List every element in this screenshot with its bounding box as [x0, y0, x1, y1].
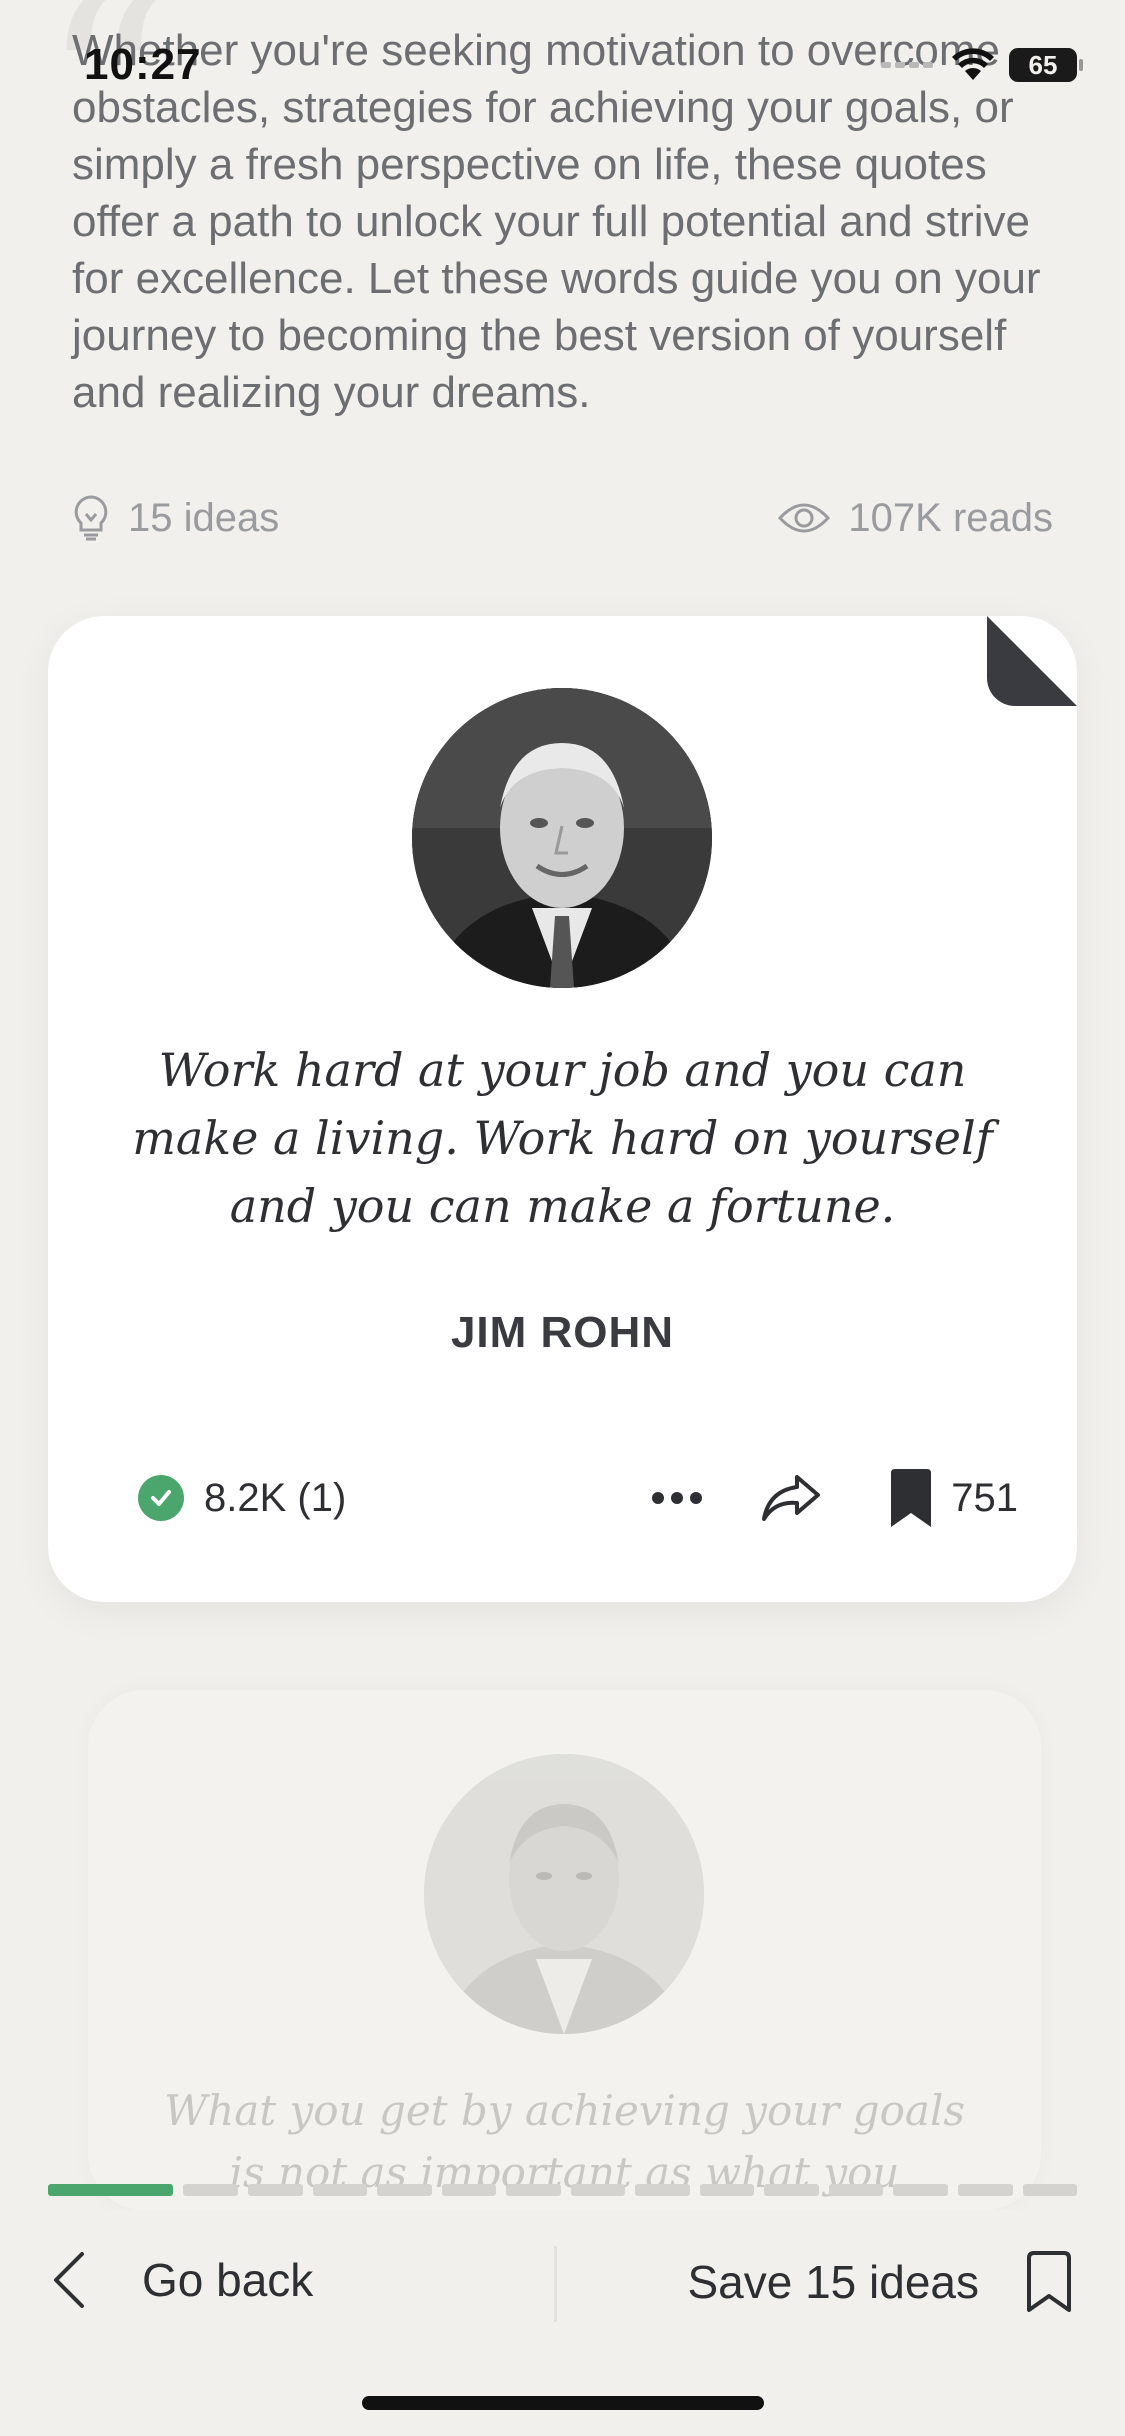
progress-segment	[506, 2184, 561, 2196]
home-indicator	[362, 2396, 764, 2410]
check-icon	[138, 1475, 184, 1521]
progress-segment	[764, 2184, 819, 2196]
progress-segment	[312, 2184, 368, 2196]
status-indicators: 65	[881, 48, 1083, 82]
ideas-count-label: 15 ideas	[128, 495, 280, 540]
lightbulb-icon	[74, 495, 108, 541]
status-time: 10:27	[84, 40, 202, 89]
save-ideas-label: Save 15 ideas	[687, 2256, 979, 2308]
card-actions: 8.2K (1) 751	[138, 1462, 1018, 1534]
progress-segment	[441, 2184, 497, 2196]
go-back-button[interactable]: Go back	[50, 2250, 313, 2310]
progress-segment	[377, 2184, 432, 2196]
eye-icon	[778, 503, 831, 533]
more-dots-icon	[652, 1492, 703, 1504]
share-button[interactable]	[761, 1473, 821, 1523]
progress-segment	[699, 2184, 755, 2196]
bookmark-outline-icon	[1027, 2251, 1071, 2312]
progress-segment	[1022, 2184, 1078, 2196]
page-fold-corner	[987, 616, 1077, 706]
chevron-left-icon	[54, 2252, 84, 2308]
progress-segment	[893, 2184, 948, 2196]
progress-indicator	[48, 2184, 1078, 2196]
divider	[554, 2246, 557, 2322]
more-options-button[interactable]	[651, 1491, 703, 1505]
progress-segment	[570, 2184, 626, 2196]
cellular-signal-icon	[881, 59, 937, 71]
bookmark-filled-icon	[891, 1469, 932, 1527]
save-ideas-button[interactable]: Save 15 ideas	[687, 2250, 1075, 2314]
progress-segment	[958, 2184, 1013, 2196]
next-author-portrait	[424, 1754, 704, 2034]
go-back-label: Go back	[142, 2254, 314, 2306]
progress-segment	[828, 2184, 884, 2196]
quote-text: Work hard at your job and you can make a…	[132, 1043, 993, 1233]
collection-meta: 15 ideas 107K reads	[72, 490, 1053, 546]
progress-segment	[247, 2184, 303, 2196]
next-quote-card[interactable]: What you get by achieving your goals is …	[88, 1690, 1041, 2210]
bookmark-count: 751	[951, 1475, 1018, 1520]
reads-count: 107K reads	[778, 496, 1053, 541]
progress-segment	[635, 2184, 690, 2196]
checks-count: 8.2K (1)	[204, 1475, 347, 1520]
quote-card[interactable]: Work hard at your job and you can make a…	[48, 616, 1077, 1602]
progress-segment-active	[48, 2184, 174, 2196]
battery-indicator: 65	[1009, 48, 1083, 82]
checks-counter[interactable]: 8.2K (1)	[138, 1475, 346, 1521]
status-bar: 10:27 65	[0, 0, 1125, 140]
wifi-icon	[952, 48, 994, 80]
quote-author: JIM ROHN	[450, 1308, 675, 1357]
share-arrow-icon	[762, 1475, 821, 1521]
reads-count-label: 107K reads	[848, 495, 1053, 540]
bottom-bar: Go back Save 15 ideas	[0, 2210, 1125, 2360]
progress-segment	[183, 2184, 238, 2196]
ideas-count: 15 ideas	[72, 494, 279, 542]
author-portrait	[412, 688, 712, 988]
bookmark-button[interactable]: 751	[887, 1467, 1018, 1529]
